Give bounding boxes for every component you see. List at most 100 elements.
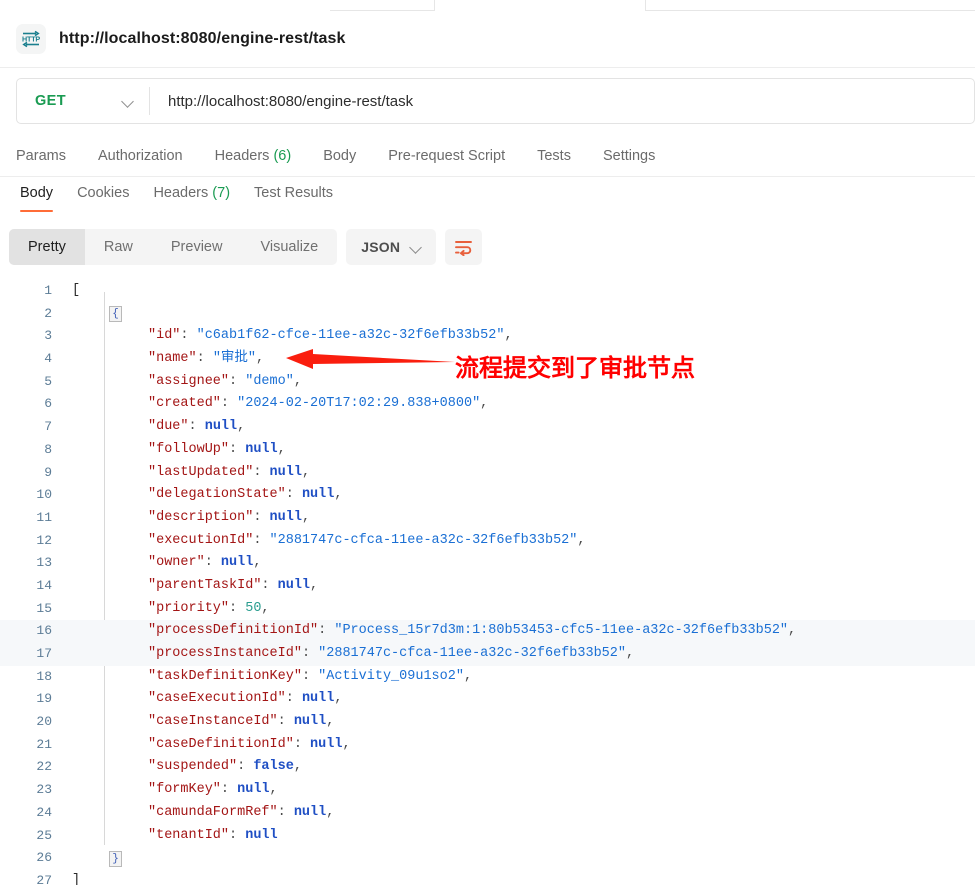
code-text: "parentTaskId": null, [148, 575, 318, 598]
line-number: 27 [36, 872, 52, 885]
token: "created" [148, 396, 221, 412]
code-line: 9 "lastUpdated": null, [0, 462, 975, 485]
tab-tests[interactable]: Tests [521, 148, 587, 164]
token: null [293, 714, 327, 730]
tab-settings[interactable]: Settings [587, 148, 671, 164]
token: "demo" [245, 373, 294, 389]
token: , [577, 532, 586, 548]
token: "camundaFormRef" [148, 804, 278, 820]
token: : [301, 668, 319, 684]
line-number: 18 [36, 668, 52, 684]
request-tab-strip[interactable] [0, 0, 975, 11]
code-text: "processInstanceId": "2881747c-cfca-11ee… [148, 643, 634, 666]
tab-params[interactable]: Params [16, 148, 82, 164]
method-selector[interactable]: GET [17, 79, 149, 123]
line-number: 6 [44, 396, 52, 412]
token: , [261, 600, 270, 616]
token: , [301, 464, 311, 480]
token: , [480, 396, 489, 412]
code-line: 12 "executionId": "2881747c-cfca-11ee-a32… [0, 530, 975, 553]
token: : [229, 441, 246, 457]
line-number: 5 [44, 373, 52, 389]
token: : [229, 827, 246, 843]
token: "description" [148, 509, 254, 525]
code-text: "camundaFormRef": null, [148, 802, 334, 825]
code-line: 10 "delegationState": null, [0, 484, 975, 507]
token: , [301, 509, 311, 525]
code-text: "assignee": "demo", [148, 371, 302, 394]
token: : [237, 759, 254, 775]
code-line: 15 "priority": 50, [0, 598, 975, 621]
token: "2881747c-cfca-11ee-a32c-32f6efb33b52" [318, 646, 626, 661]
token: : [188, 419, 205, 435]
tab-headers-label: Headers [214, 147, 270, 164]
code-text: "delegationState": null, [148, 484, 342, 507]
code-line: 19 "caseExecutionId": null, [0, 688, 975, 711]
page-title: http://localhost:8080/engine-rest/task [59, 30, 346, 47]
code-text: "processDefinitionId": "Process_15r7d3m:… [148, 620, 796, 643]
url-input[interactable] [150, 79, 974, 123]
token: null [245, 441, 278, 457]
fold-marker[interactable]: } [109, 850, 122, 867]
window-tab-left[interactable] [330, 0, 435, 11]
code-text: "executionId": "2881747c-cfca-11ee-a32c-… [148, 530, 586, 553]
response-viewer-toolbar: Pretty Raw Preview Visualize JSON [9, 229, 483, 265]
token: : [229, 600, 246, 616]
code-line: 2{ [0, 303, 975, 326]
line-number: 19 [36, 691, 52, 707]
line-number: 16 [36, 623, 52, 639]
response-tab-test-results-label: Test Results [254, 185, 334, 201]
token: , [342, 736, 351, 752]
code-line: 6 "created": "2024-02-20T17:02:29.838+080… [0, 393, 975, 416]
token: , [626, 646, 635, 661]
response-tab-headers[interactable]: Headers (7) [141, 181, 242, 205]
format-selector[interactable]: JSON [346, 229, 437, 265]
line-number: 2 [44, 305, 52, 321]
code-line: 5 "assignee": "demo", [0, 371, 975, 394]
response-tab-cookies[interactable]: Cookies [65, 181, 141, 205]
token: : [204, 555, 221, 571]
tab-pre-request-script[interactable]: Pre-request Script [372, 148, 521, 164]
token: , [788, 623, 797, 639]
token: "caseInstanceId" [148, 714, 278, 730]
tab-authorization[interactable]: Authorization [82, 148, 199, 164]
code-text: "caseInstanceId": null, [148, 711, 334, 734]
token: "Process_15r7d3m:1:80b53453-cfc5-11ee-a3… [334, 623, 789, 639]
tab-pre-request-script-label: Pre-request Script [388, 147, 506, 164]
token: "2881747c-cfca-11ee-a32c-32f6efb33b52" [269, 532, 578, 548]
view-mode-pretty[interactable]: Pretty [9, 229, 85, 265]
token: , [293, 373, 302, 389]
code-text: [ [72, 280, 80, 303]
tab-headers[interactable]: Headers (6) [199, 148, 308, 164]
token: false [253, 759, 294, 775]
token: : [229, 373, 246, 389]
token: null [277, 577, 311, 593]
token: null [204, 419, 238, 435]
code-text: "id": "c6ab1f62-cfce-11ee-a32c-32f6efb33… [148, 325, 513, 348]
line-number: 8 [44, 441, 52, 457]
code-text: "name": "审批", [148, 348, 264, 371]
view-mode-visualize[interactable]: Visualize [241, 229, 337, 265]
code-line: 26} [0, 847, 975, 870]
tab-body[interactable]: Body [307, 148, 372, 164]
token: "Activity_09u1so2" [318, 668, 464, 684]
response-tab-body[interactable]: Body [8, 181, 65, 212]
code-text: "tenantId": null [148, 825, 278, 848]
view-mode-preview[interactable]: Preview [152, 229, 242, 265]
code-text: "caseExecutionId": null, [148, 688, 342, 711]
response-body-json[interactable]: 1[2{3 "id": "c6ab1f62-cfce-11ee-a32c-32f6… [0, 280, 975, 885]
line-number: 10 [36, 487, 52, 503]
token: null [245, 827, 278, 843]
code-line: 11 "description": null, [0, 507, 975, 530]
fold-marker[interactable]: { [109, 306, 122, 323]
response-tab-test-results[interactable]: Test Results [242, 181, 345, 205]
token: null [220, 555, 254, 571]
response-tab-cookies-label: Cookies [77, 185, 130, 201]
word-wrap-icon[interactable] [445, 229, 483, 265]
window-tab-right[interactable] [645, 0, 975, 11]
code-text: "suspended": false, [148, 756, 302, 779]
view-mode-raw[interactable]: Raw [85, 229, 152, 265]
token: "suspended" [148, 759, 238, 775]
token: , [256, 351, 265, 367]
token: : [277, 714, 294, 730]
